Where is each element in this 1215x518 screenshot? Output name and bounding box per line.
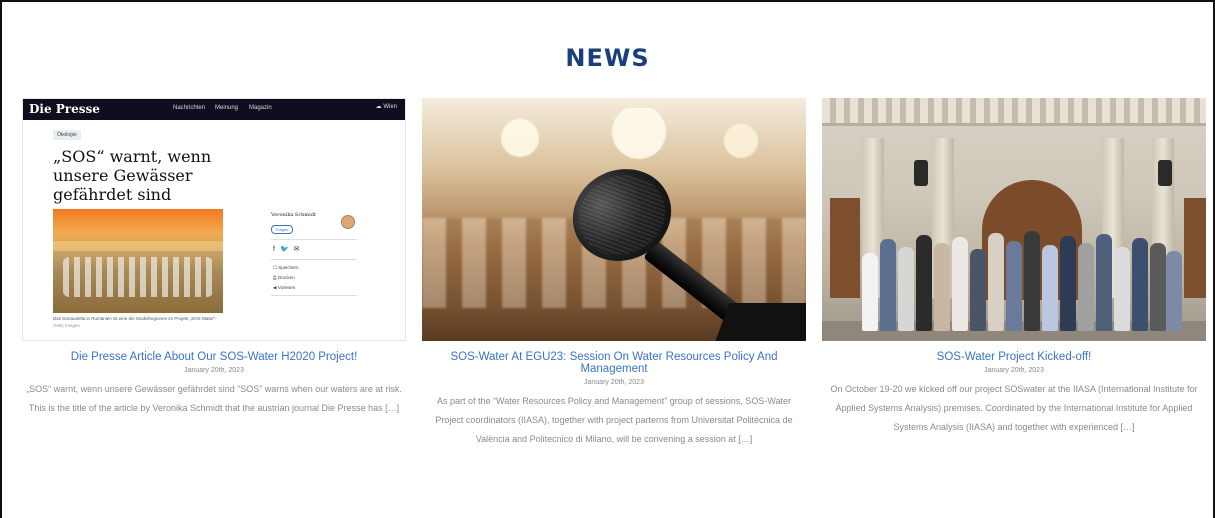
author-avatar xyxy=(341,215,355,229)
article-date: January 20th, 2023 xyxy=(984,367,1044,374)
person xyxy=(970,249,986,331)
person xyxy=(898,247,914,331)
newspaper-nav-item: Magazin xyxy=(249,105,272,111)
print-option: ⎙ Drucken xyxy=(273,275,295,280)
person xyxy=(862,253,878,331)
lamp-icon xyxy=(1158,160,1172,186)
photo-water xyxy=(53,241,223,251)
person xyxy=(1132,238,1148,331)
person xyxy=(880,239,896,331)
person xyxy=(934,243,950,331)
section-heading: NEWS xyxy=(565,44,650,72)
article-excerpt: On October 19-20 we kicked off our proje… xyxy=(830,384,1198,432)
person xyxy=(952,237,968,331)
person xyxy=(1114,247,1130,331)
person xyxy=(1078,243,1094,331)
weather-label: Wien xyxy=(383,104,397,110)
article-thumbnail-group-photo[interactable] xyxy=(822,98,1206,341)
person xyxy=(1166,251,1182,331)
article-thumbnail-microphone[interactable] xyxy=(422,98,806,341)
divider xyxy=(271,259,357,260)
photo-caption: Das Donaudelta in Rumänien ist eine der … xyxy=(53,316,217,321)
article-title-link[interactable]: SOS-Water At EGU23: Session On Water Res… xyxy=(422,351,806,375)
blurred-lights xyxy=(452,108,792,168)
person xyxy=(1096,234,1112,331)
article-title-link[interactable]: SOS-Water Project Kicked-off! xyxy=(822,351,1206,363)
person xyxy=(1006,241,1022,331)
palace-balustrade xyxy=(822,98,1206,126)
facebook-icon: f xyxy=(273,246,280,253)
person xyxy=(1042,245,1058,331)
mail-icon: ✉ xyxy=(293,246,305,253)
article-thumbnail-die-presse[interactable]: Die Presse Nachrichten Meinung Magazin ☁… xyxy=(22,98,406,341)
read-aloud-label: Vorlesen xyxy=(277,285,296,290)
newspaper-nav-item: Meinung xyxy=(215,105,239,111)
news-card: SOS-Water At EGU23: Session On Water Res… xyxy=(422,98,806,449)
group-of-people xyxy=(862,226,1182,331)
photo-credit: Getty Images xyxy=(53,323,80,328)
twitter-icon: 🐦 xyxy=(279,246,294,253)
news-card: Die Presse Nachrichten Meinung Magazin ☁… xyxy=(22,98,406,418)
article-excerpt: „SOS“ warnt, wenn unsere Gewässer gefähr… xyxy=(26,384,402,413)
person xyxy=(988,233,1004,331)
share-icons: f🐦✉ xyxy=(273,245,305,253)
follow-button: Folgen xyxy=(271,225,294,234)
lamp-icon xyxy=(914,160,928,186)
photo-pelicans xyxy=(63,257,213,297)
person xyxy=(1150,243,1166,331)
die-presse-logo: Die Presse xyxy=(29,102,100,116)
save-label: Speichern xyxy=(278,265,299,270)
news-card: SOS-Water Project Kicked-off! January 20… xyxy=(822,98,1206,437)
print-label: Drucken xyxy=(277,275,295,280)
side-door xyxy=(830,198,860,298)
divider xyxy=(271,295,357,296)
save-option: ☐ Speichern xyxy=(273,265,299,271)
weather-indicator: ☁ Wien xyxy=(376,103,397,110)
person xyxy=(916,235,932,331)
article-date: January 20th, 2023 xyxy=(584,379,644,386)
side-door xyxy=(1184,198,1206,298)
person xyxy=(1024,231,1040,331)
read-aloud-option: ◀ Vorlesen xyxy=(273,285,295,291)
delta-photo xyxy=(53,209,223,313)
person xyxy=(1060,236,1076,331)
article-date: January 20th, 2023 xyxy=(184,367,244,374)
microphone-stand xyxy=(714,303,806,341)
newspaper-headline: „SOS“ warnt, wenn unsere Gewässer gefähr… xyxy=(53,147,212,204)
article-excerpt: As part of the “Water Resources Policy a… xyxy=(435,396,793,444)
article-title-link[interactable]: Die Presse Article About Our SOS-Water H… xyxy=(22,351,406,363)
divider xyxy=(271,239,357,240)
newspaper-nav-item: Nachrichten xyxy=(173,105,206,111)
category-tag: Ökologie xyxy=(53,130,81,140)
